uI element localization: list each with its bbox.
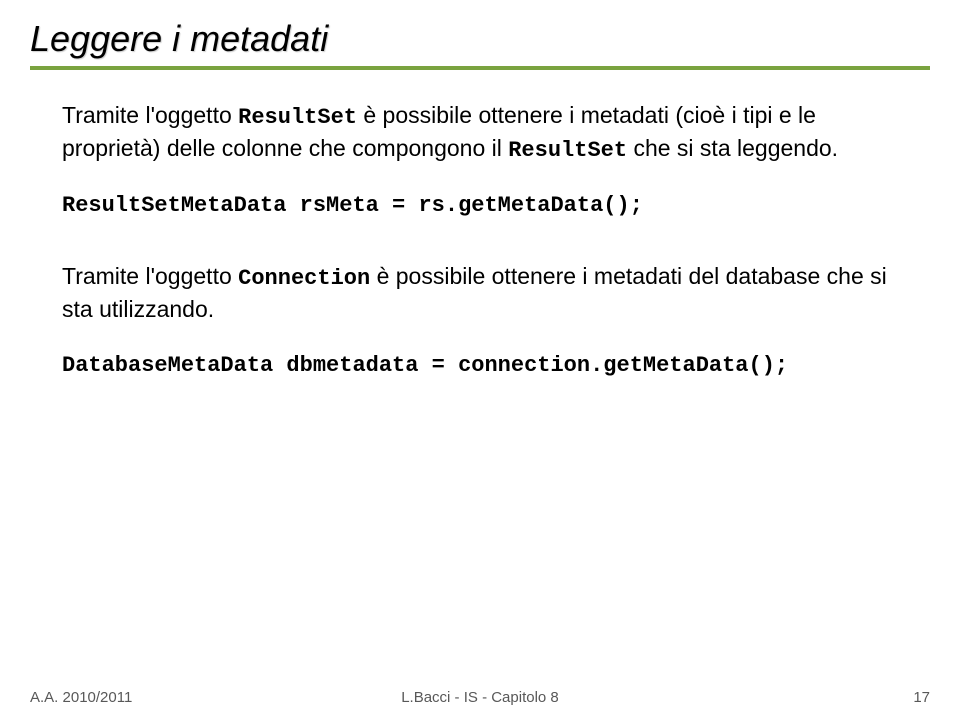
text: che si sta leggendo. bbox=[627, 135, 838, 161]
footer-center: L.Bacci - IS - Capitolo 8 bbox=[0, 689, 960, 706]
code-connection: Connection bbox=[238, 266, 370, 291]
code-line-2: DatabaseMetaData dbmetadata = connection… bbox=[62, 351, 898, 381]
code-line-1: ResultSetMetaData rsMeta = rs.getMetaDat… bbox=[62, 191, 898, 221]
code-resultset: ResultSet bbox=[238, 105, 357, 130]
code-resultset: ResultSet bbox=[508, 138, 627, 163]
text: Tramite l bbox=[62, 263, 151, 289]
paragraph-2: Tramite l'oggetto Connection è possibile… bbox=[62, 261, 898, 325]
paragraph-1: Tramite l'oggetto ResultSet è possibile … bbox=[62, 100, 898, 165]
text: Tramite l bbox=[62, 102, 151, 128]
title-area: Leggere i metadati bbox=[0, 0, 960, 60]
slide: Leggere i metadati Tramite l'oggetto Res… bbox=[0, 0, 960, 720]
content-area: Tramite l'oggetto ResultSet è possibile … bbox=[0, 70, 960, 380]
footer-page-number: 17 bbox=[913, 689, 930, 706]
page-title: Leggere i metadati bbox=[30, 18, 930, 60]
text: oggetto bbox=[155, 102, 238, 128]
text: oggetto bbox=[155, 263, 238, 289]
